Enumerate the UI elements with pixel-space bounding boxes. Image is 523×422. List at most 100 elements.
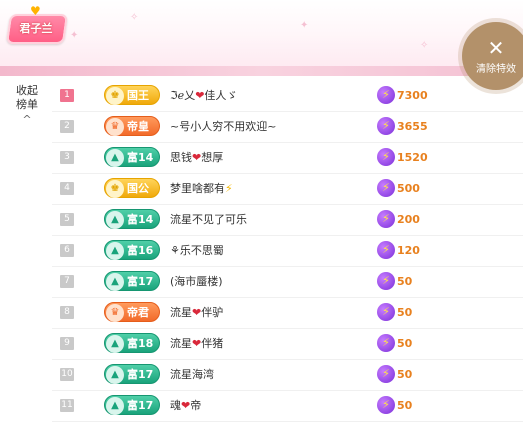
score-value: 50 <box>397 367 413 381</box>
level-badge-text: 帝皇 <box>127 120 149 133</box>
contribution-score: ⚡ 120 <box>377 241 420 261</box>
user-name-suffix: 帝 <box>190 399 202 412</box>
user-name-text: 梦里啥都有 <box>170 182 225 195</box>
user-name[interactable]: 流星❤伴驴 <box>170 298 223 328</box>
rank-number: 2 <box>60 120 74 133</box>
user-name[interactable]: ⚘乐不思蜀 <box>170 236 224 266</box>
clear-effects-label: 清除特效 <box>476 64 516 75</box>
ranking-row[interactable]: 11 ▲ 富17 魂❤帝 ⚡ 50 <box>52 391 523 422</box>
ranking-row[interactable]: 1 ♚ 国王 ℑℯ乂❤佳人ゞ ⚡ 7300 <box>52 81 523 112</box>
user-name[interactable]: ℑℯ乂❤佳人ゞ <box>170 81 237 111</box>
level-badge-text: 富14 <box>127 151 154 164</box>
user-name[interactable]: 流星❤伴猪 <box>170 329 223 359</box>
level-badge-icon: ♛ <box>106 304 124 322</box>
collapse-ranking-button[interactable]: 收起 榜单 ^ <box>8 84 46 127</box>
level-badge: ♛ 帝皇 <box>104 116 160 136</box>
level-badge: ▲ 富18 <box>104 333 160 353</box>
user-name[interactable]: 思钱❤想厚 <box>170 143 223 173</box>
user-name-text: 流星 <box>170 306 192 319</box>
level-badge-text: 富16 <box>127 244 154 257</box>
level-badge-icon: ▲ <box>106 366 124 384</box>
level-badge-text: 富17 <box>127 399 154 412</box>
lightning-coin-icon: ⚡ <box>377 86 395 104</box>
header-band <box>0 66 523 76</box>
ranking-list: 1 ♚ 国王 ℑℯ乂❤佳人ゞ ⚡ 7300 2 ♛ 帝皇 ~号小人穷不用欢迎~ ⚡ 3655 3 ▲ 富14… <box>52 81 523 422</box>
contribution-score: ⚡ 50 <box>377 272 412 292</box>
collapse-label-line2: 榜单 <box>16 98 38 111</box>
ranking-row[interactable]: 7 ▲ 富17 (海市蜃楼) ⚡ 50 <box>52 267 523 298</box>
contribution-score: ⚡ 200 <box>377 210 420 230</box>
score-value: 50 <box>397 305 413 319</box>
heart-emoji-icon: ❤ <box>181 399 191 412</box>
user-name[interactable]: 魂❤帝 <box>170 391 201 421</box>
level-badge: ▲ 富17 <box>104 395 160 415</box>
level-badge-icon: ▲ <box>106 242 124 260</box>
ranking-row[interactable]: 10 ▲ 富17 流星海湾 ⚡ 50 <box>52 360 523 391</box>
user-name[interactable]: 流星海湾 <box>170 360 214 390</box>
level-badge-text: 富18 <box>127 337 154 350</box>
score-value: 120 <box>397 243 420 257</box>
rank-number: 8 <box>60 306 74 319</box>
level-badge-icon: ▲ <box>106 211 124 229</box>
level-badge-icon: ♛ <box>106 118 124 136</box>
user-name-text: ~号小人穷不用欢迎~ <box>170 120 277 133</box>
level-badge: ▲ 富17 <box>104 364 160 384</box>
score-value: 50 <box>397 274 413 288</box>
chevron-up-icon: ^ <box>22 113 32 126</box>
user-name-text: 思钱 <box>170 151 192 164</box>
level-badge: ♚ 国王 <box>104 85 160 105</box>
rank-number: 6 <box>60 244 74 257</box>
ranking-row[interactable]: 5 ▲ 富14 流星不见了可乐 ⚡ 200 <box>52 205 523 236</box>
user-name[interactable]: (海市蜃楼) <box>170 267 223 297</box>
score-value: 50 <box>397 398 413 412</box>
rank-number: 1 <box>60 89 74 102</box>
heart-emoji-icon: ❤ <box>192 306 202 319</box>
score-value: 200 <box>397 212 420 226</box>
user-name-text: (海市蜃楼) <box>170 275 223 288</box>
sparkle-icon: ✦ <box>300 20 309 31</box>
level-badge: ♛ 帝君 <box>104 302 160 322</box>
level-badge-icon: ▲ <box>106 397 124 415</box>
user-name-text: ⚘ <box>170 244 180 257</box>
level-badge-text: 富17 <box>127 275 154 288</box>
user-name[interactable]: ~号小人穷不用欢迎~ <box>170 112 276 142</box>
contribution-score: ⚡ 50 <box>377 396 412 416</box>
lightning-coin-icon: ⚡ <box>377 334 395 352</box>
contribution-score: ⚡ 7300 <box>377 86 428 106</box>
user-name[interactable]: 流星不见了可乐 <box>170 205 247 235</box>
user-name-suffix: 伴猪 <box>201 337 224 350</box>
user-name[interactable]: 梦里啥都有⚡ <box>170 174 233 204</box>
score-value: 1520 <box>397 150 428 164</box>
lightning-coin-icon: ⚡ <box>377 179 395 197</box>
ranking-row[interactable]: 3 ▲ 富14 思钱❤想厚 ⚡ 1520 <box>52 143 523 174</box>
rank-number: 3 <box>60 151 74 164</box>
ranking-row[interactable]: 9 ▲ 富18 流星❤伴猪 ⚡ 50 <box>52 329 523 360</box>
lightning-coin-icon: ⚡ <box>377 148 395 166</box>
lightning-coin-icon: ⚡ <box>377 303 395 321</box>
clear-effects-button[interactable]: ✕ 清除特效 <box>462 22 523 90</box>
level-badge: ▲ 富17 <box>104 271 160 291</box>
header-banner: ✦ ✧ ✦ ✧ <box>0 0 523 76</box>
level-badge-icon: ▲ <box>106 335 124 353</box>
user-name-text: 流星海湾 <box>170 368 214 381</box>
user-name-suffix: 乐不思蜀 <box>179 244 224 257</box>
contribution-score: ⚡ 50 <box>377 365 412 385</box>
ranking-row[interactable]: 6 ▲ 富16 ⚘乐不思蜀 ⚡ 120 <box>52 236 523 267</box>
ranking-row[interactable]: 8 ♛ 帝君 流星❤伴驴 ⚡ 50 <box>52 298 523 329</box>
level-badge-text: 富14 <box>127 213 154 226</box>
ranking-row[interactable]: 4 ♚ 国公 梦里啥都有⚡ ⚡ 500 <box>52 174 523 205</box>
rank-number: 7 <box>60 275 74 288</box>
level-badge-text: 国王 <box>127 89 149 102</box>
lightning-emoji-icon: ⚡ <box>225 182 233 195</box>
level-badge-text: 国公 <box>127 182 149 195</box>
heart-emoji-icon: ❤ <box>192 151 202 164</box>
lightning-coin-icon: ⚡ <box>377 117 395 135</box>
heart-emoji-icon: ❤ <box>192 337 202 350</box>
user-name-text: 流星 <box>170 337 192 350</box>
lightning-coin-icon: ⚡ <box>377 396 395 414</box>
user-name-suffix: 佳人ゞ <box>204 89 238 102</box>
ranking-row[interactable]: 2 ♛ 帝皇 ~号小人穷不用欢迎~ ⚡ 3655 <box>52 112 523 143</box>
level-badge-icon: ▲ <box>106 273 124 291</box>
heart-crown-icon: ♥ <box>30 4 41 18</box>
level-badge-icon: ▲ <box>106 149 124 167</box>
